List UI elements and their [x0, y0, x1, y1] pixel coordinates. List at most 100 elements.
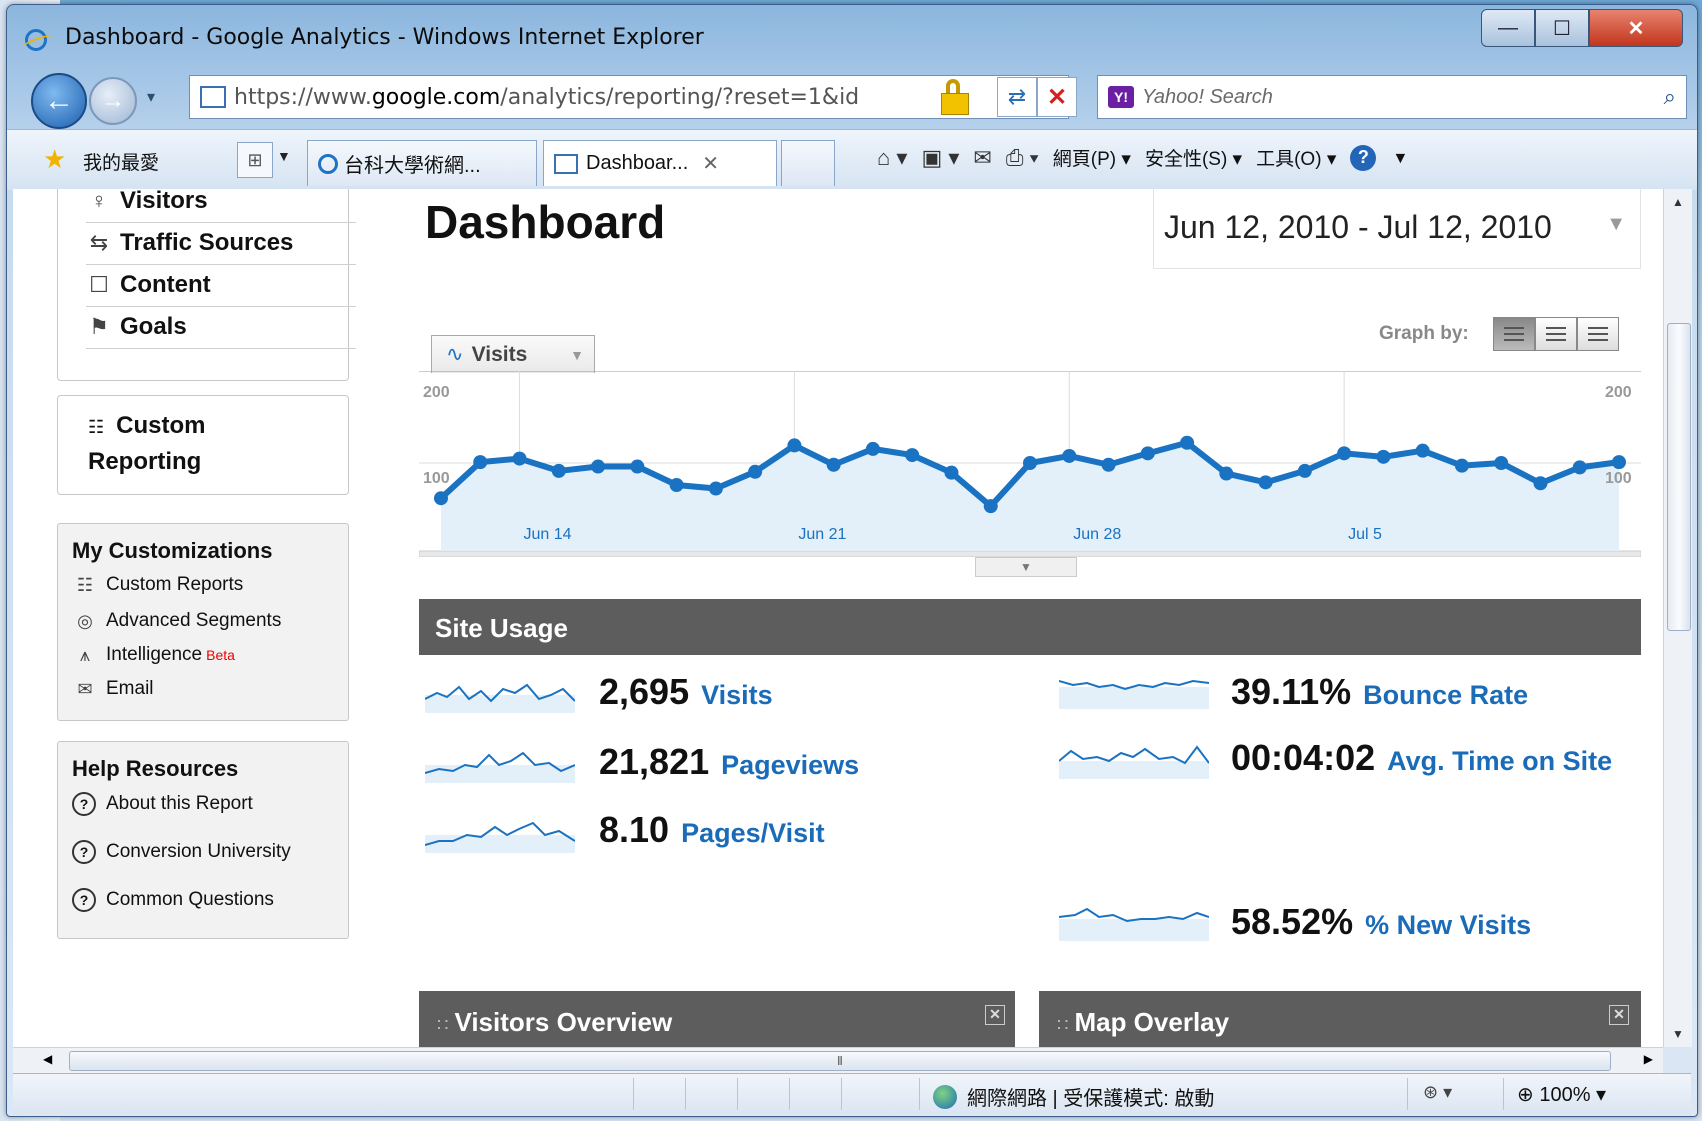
nav-content[interactable]: ☐ Content — [86, 264, 356, 307]
map-overlay-panel: ∷ Map Overlay ✕ — [1039, 991, 1641, 1047]
link-email[interactable]: ✉ Email — [72, 678, 153, 700]
stat-link-bounce-rate[interactable]: Bounce Rate — [1363, 680, 1528, 711]
print-icon[interactable]: ⎙ ▾ — [1006, 145, 1039, 171]
stat-link-visits[interactable]: Visits — [701, 680, 773, 711]
stat-link-new-visits[interactable]: % New Visits — [1365, 910, 1531, 941]
graph-by-month-button[interactable] — [1577, 317, 1619, 351]
tools-menu[interactable]: 工具(O) ▾ — [1256, 144, 1336, 171]
help-title: Help Resources — [72, 756, 239, 781]
quick-tabs-icon[interactable]: ⊞ — [237, 142, 273, 178]
feeds-icon[interactable]: ▣ ▾ — [921, 145, 959, 171]
yahoo-icon: Y! — [1108, 86, 1134, 108]
recent-pages-dropdown[interactable]: ▾ — [147, 87, 155, 107]
email-icon: ✉ — [77, 678, 93, 699]
stat-link-pages-visit[interactable]: Pages/Visit — [681, 818, 825, 849]
new-visits-sparkline — [1059, 907, 1209, 941]
scroll-down-icon[interactable]: ▼ — [1672, 1027, 1684, 1041]
x-tick-label: Jul 5 — [1348, 526, 1382, 543]
security-zone[interactable]: 網際網路 | 受保護模式: 啟動 — [933, 1082, 1214, 1111]
data-point — [669, 478, 684, 492]
search-icon[interactable]: ⌕ — [1664, 84, 1676, 110]
date-range-picker[interactable]: Jun 12, 2010 - Jul 12, 2010 ▼ — [1153, 189, 1641, 269]
back-button[interactable]: ← — [31, 73, 87, 129]
y-tick-label-100: 100 — [423, 470, 450, 487]
mail-icon[interactable]: ✉ — [973, 145, 991, 171]
custom-reporting-box[interactable]: ☷ Custom Reporting — [57, 395, 349, 495]
page-favicon-icon — [200, 86, 226, 108]
nav-traffic-sources[interactable]: ⇆ Traffic Sources — [86, 222, 356, 265]
stat-link-avg-time[interactable]: Avg. Time on Site — [1387, 746, 1612, 776]
forward-button[interactable]: → — [89, 77, 137, 125]
data-point — [1415, 443, 1430, 458]
zoom-control[interactable]: ⊕ 100% ▾ — [1517, 1082, 1606, 1107]
y-tick-label-200: 200 — [423, 384, 450, 401]
lock-icon[interactable] — [939, 79, 969, 115]
close-icon[interactable]: ✕ — [985, 1005, 1005, 1025]
minimize-button[interactable]: — — [1481, 9, 1535, 47]
nav-visitors[interactable]: ♀ Visitors — [86, 189, 356, 223]
maximize-button[interactable]: ☐ — [1535, 9, 1589, 47]
data-point — [512, 451, 527, 466]
question-icon: ? — [72, 792, 96, 816]
report-icon: ☷ — [76, 574, 94, 595]
horizontal-scroll-thumb[interactable]: Ⅱ — [69, 1051, 1611, 1071]
search-box[interactable]: Y! Yahoo! Search ⌕ — [1097, 75, 1687, 119]
link-intelligence[interactable]: ⩚ Intelligence Beta — [72, 644, 235, 666]
refresh-button[interactable]: ⇄ — [997, 77, 1037, 117]
page-menu[interactable]: 網頁(P) ▾ — [1053, 144, 1131, 171]
tab-list-dropdown[interactable]: ▼ — [277, 148, 291, 164]
link-about-report[interactable]: ? About this Report — [72, 792, 253, 816]
link-custom-reports[interactable]: ☷ Custom Reports — [72, 574, 243, 596]
link-common-questions[interactable]: ? Common Questions — [72, 888, 274, 912]
data-point — [983, 499, 998, 514]
tab-ntust[interactable]: 台科大學術網... — [307, 140, 537, 186]
address-url[interactable]: https://www.google.com/analytics/reporti… — [234, 85, 859, 110]
link-advanced-segments[interactable]: ◎ Advanced Segments — [72, 610, 281, 632]
drag-handle-icon[interactable]: ∷ — [1057, 1015, 1068, 1035]
custom-reporting-line2: Reporting — [88, 448, 202, 475]
close-icon[interactable]: ✕ — [1609, 1005, 1629, 1025]
tab-dashboard[interactable]: Dashboar... ✕ — [543, 140, 777, 186]
stat-avg-time: 00:04:02 Avg. Time on Site — [1231, 740, 1651, 783]
graph-by-week-button[interactable] — [1535, 317, 1577, 351]
beta-badge: Beta — [206, 647, 235, 663]
person-icon: ♀ — [90, 189, 108, 213]
tab-close-icon[interactable]: ✕ — [702, 151, 719, 176]
metric-selector[interactable]: ∿ Visits ▼ — [431, 335, 595, 373]
scroll-up-icon[interactable]: ▲ — [1672, 195, 1684, 209]
address-bar[interactable]: https://www.google.com/analytics/reporti… — [189, 75, 1069, 119]
stop-button[interactable]: ✕ — [1037, 77, 1077, 117]
favorites-star-icon[interactable]: ★ — [43, 144, 66, 175]
home-icon[interactable]: ⌂ ▾ — [877, 145, 907, 171]
ie-logo-icon — [25, 29, 47, 51]
new-tab-button[interactable] — [781, 140, 835, 186]
graph-by-day-button[interactable] — [1493, 317, 1535, 351]
nav-goals[interactable]: ⚑ Goals — [86, 306, 356, 349]
safety-menu[interactable]: 安全性(S) ▾ — [1145, 144, 1242, 171]
scroll-right-icon[interactable]: ▶ — [1644, 1052, 1653, 1066]
scroll-left-icon[interactable]: ◀ — [43, 1052, 52, 1066]
horizontal-scrollbar[interactable]: ◀ Ⅱ ▶ — [13, 1047, 1663, 1074]
x-tick-label: Jun 21 — [798, 526, 846, 543]
browser-window: Dashboard - Google Analytics - Windows I… — [6, 4, 1698, 1117]
title-bar: Dashboard - Google Analytics - Windows I… — [7, 5, 1697, 67]
drag-handle-icon[interactable]: ∷ — [437, 1015, 448, 1035]
search-input[interactable]: Yahoo! Search — [1142, 86, 1273, 109]
traffic-sources-icon: ⇆ — [89, 230, 109, 255]
pageviews-sparkline — [425, 751, 575, 783]
stat-link-pageviews[interactable]: Pageviews — [721, 750, 859, 781]
link-conversion-university[interactable]: ? Conversion University — [72, 840, 291, 864]
chart-collapse-handle[interactable]: ▼ — [975, 557, 1077, 577]
vertical-scrollbar[interactable]: ▲ ▼ — [1663, 189, 1692, 1047]
favorites-button[interactable]: 我的最愛 — [83, 148, 159, 175]
question-icon: ? — [72, 840, 96, 864]
data-point — [591, 459, 606, 474]
data-point — [1376, 449, 1391, 464]
protected-mode-icon[interactable]: ⊛ ▾ — [1423, 1082, 1452, 1103]
navigation-bar: ← → ▾ https://www.google.com/analytics/r… — [7, 67, 1697, 129]
help-menu[interactable]: ? ▾ — [1350, 144, 1405, 171]
close-button[interactable]: ✕ — [1589, 9, 1683, 47]
zone-text: 網際網路 | 受保護模式: 啟動 — [967, 1088, 1215, 1110]
vertical-scroll-thumb[interactable] — [1667, 323, 1691, 631]
content-icon: ☐ — [89, 272, 109, 297]
